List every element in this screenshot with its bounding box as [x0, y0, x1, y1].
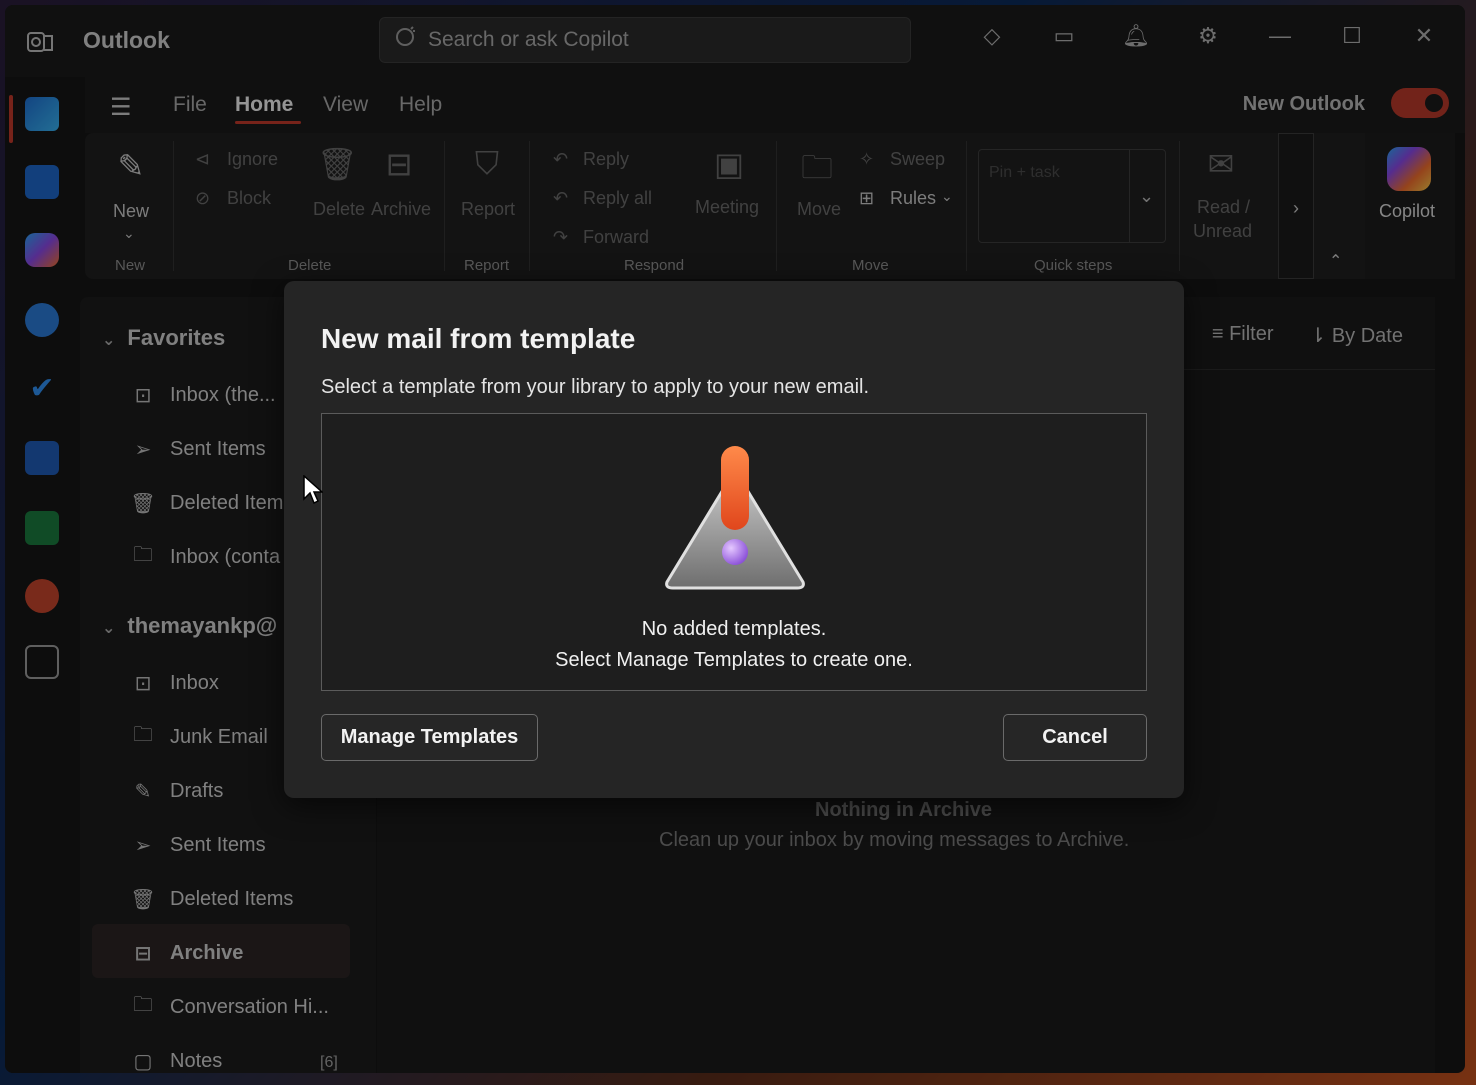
- cancel-button[interactable]: Cancel: [1003, 714, 1147, 761]
- dialog-title: New mail from template: [321, 323, 636, 354]
- no-templates-message: No added templates.: [641, 618, 827, 640]
- manage-templates-button[interactable]: Manage Templates: [321, 714, 538, 761]
- manage-templates-hint: Select Manage Templates to create one.: [555, 649, 913, 671]
- dialog-subtitle: Select a template from your library to a…: [321, 376, 870, 398]
- template-library-box: No added templates. Select Manage Templa…: [321, 413, 1147, 691]
- template-dialog: New mail from template Select a template…: [284, 281, 1184, 798]
- warning-illustration-icon: [657, 436, 813, 596]
- mouse-cursor-icon: [303, 474, 324, 505]
